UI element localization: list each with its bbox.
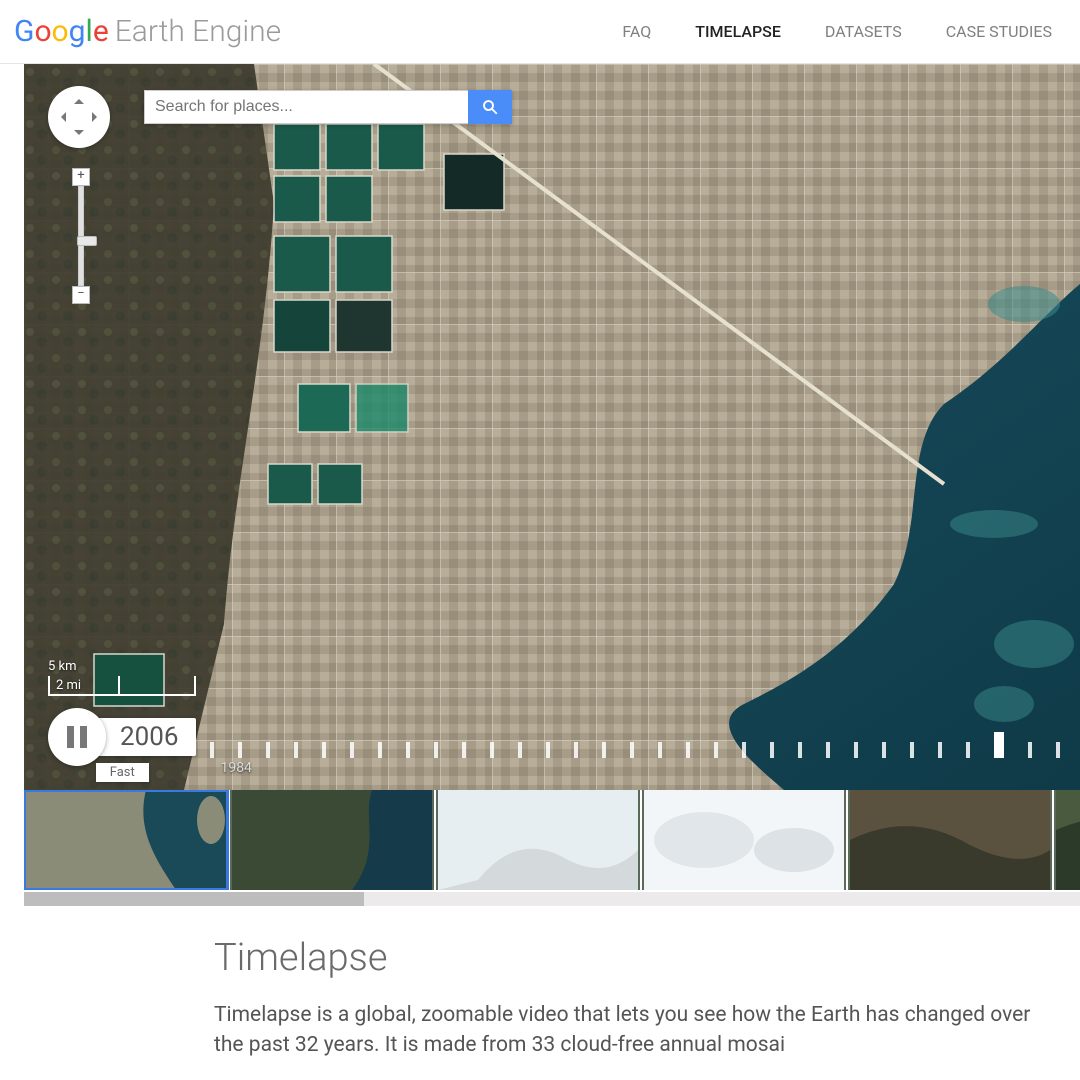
- location-thumbnail[interactable]: [230, 790, 434, 890]
- pan-control[interactable]: [48, 86, 110, 148]
- timeline-tick[interactable]: [546, 742, 550, 758]
- scale-km-label: 5 km: [48, 659, 77, 674]
- location-thumbnail[interactable]: [1054, 790, 1080, 890]
- logo[interactable]: Google Earth Engine: [14, 14, 281, 49]
- logo-product: Earth Engine: [115, 14, 281, 49]
- timeline-tick[interactable]: [826, 742, 830, 758]
- timeline-tick[interactable]: [854, 742, 858, 758]
- map-scale: 5 km 2 mi: [48, 659, 196, 696]
- search-icon: [481, 98, 499, 116]
- nav-case-studies[interactable]: CASE STUDIES: [946, 22, 1052, 41]
- speed-selector[interactable]: Fast: [96, 763, 149, 782]
- thumbnail-scrollbar-thumb[interactable]: [24, 892, 364, 906]
- timeline-tick[interactable]: [714, 742, 718, 758]
- search-button[interactable]: [468, 90, 512, 124]
- timeline-tick[interactable]: [882, 742, 886, 758]
- current-year-display: 2006: [98, 718, 196, 756]
- nav-datasets[interactable]: DATASETS: [825, 22, 902, 41]
- article-text: Timelapse is a global, zoomable video th…: [214, 1000, 1054, 1061]
- scale-mi-label: 2 mi: [56, 678, 81, 693]
- thumbnail-strip: [24, 790, 1080, 906]
- timeline-tick[interactable]: [938, 742, 942, 758]
- location-thumbnail[interactable]: [24, 790, 228, 890]
- timeline-tick[interactable]: [266, 742, 270, 758]
- timeline-tick[interactable]: [238, 742, 242, 758]
- play-pause-button[interactable]: [48, 708, 106, 766]
- logo-google: Google: [14, 14, 109, 49]
- article-title: Timelapse: [214, 936, 1054, 980]
- timeline-tick[interactable]: [406, 742, 410, 758]
- timeline-tick[interactable]: [994, 732, 1004, 758]
- pan-arrows-icon: [58, 96, 100, 138]
- timeline-tick[interactable]: [378, 742, 382, 758]
- timeline-tick[interactable]: [602, 742, 606, 758]
- timeline-start-label: 1984: [220, 760, 251, 776]
- top-nav: FAQ TIMELAPSE DATASETS CASE STUDIES: [622, 22, 1052, 41]
- timeline-tick[interactable]: [294, 742, 298, 758]
- timeline-tick[interactable]: [490, 742, 494, 758]
- nav-faq[interactable]: FAQ: [622, 22, 651, 41]
- location-thumbnail[interactable]: [642, 790, 846, 890]
- location-thumbnail[interactable]: [848, 790, 1052, 890]
- zoom-control: + −: [72, 168, 90, 304]
- timeline-tick[interactable]: [770, 742, 774, 758]
- location-thumbnail[interactable]: [436, 790, 640, 890]
- timeline-tick[interactable]: [518, 742, 522, 758]
- timeline-tick[interactable]: [630, 742, 634, 758]
- timeline-tick[interactable]: [574, 742, 578, 758]
- timeline-tick[interactable]: [966, 742, 970, 758]
- search-input[interactable]: [144, 90, 468, 124]
- timeline-tick[interactable]: [910, 742, 914, 758]
- zoom-in-button[interactable]: +: [72, 168, 90, 186]
- nav-timelapse[interactable]: TIMELAPSE: [695, 22, 781, 41]
- article-body: Timelapse Timelapse is a global, zoomabl…: [214, 936, 1054, 1061]
- timeline-tick[interactable]: [210, 742, 214, 758]
- zoom-slider-thumb[interactable]: [77, 236, 97, 246]
- search-bar: [144, 90, 512, 124]
- timeline-tick[interactable]: [1056, 742, 1060, 758]
- app-header: Google Earth Engine FAQ TIMELAPSE DATASETS…: [0, 0, 1080, 64]
- timeline-tick[interactable]: [686, 742, 690, 758]
- timeline-tick[interactable]: [462, 742, 466, 758]
- pause-icon: [67, 726, 87, 748]
- timeline-tick[interactable]: [742, 742, 746, 758]
- thumbnail-scrollbar[interactable]: [24, 892, 1080, 906]
- timeline-tick[interactable]: [1028, 742, 1032, 758]
- timeline-controls: 2006 Fast 1984: [48, 708, 1080, 782]
- timeline-tick[interactable]: [350, 742, 354, 758]
- timeline-tick[interactable]: [434, 742, 438, 758]
- timeline-tick[interactable]: [658, 742, 662, 758]
- zoom-out-button[interactable]: −: [72, 286, 90, 304]
- timeline-tick[interactable]: [798, 742, 802, 758]
- timeline-ticks[interactable]: 1984: [210, 732, 1080, 758]
- map-viewport[interactable]: + − 5 km 2 mi 2006 Fast 1984: [24, 64, 1080, 790]
- timeline-tick[interactable]: [322, 742, 326, 758]
